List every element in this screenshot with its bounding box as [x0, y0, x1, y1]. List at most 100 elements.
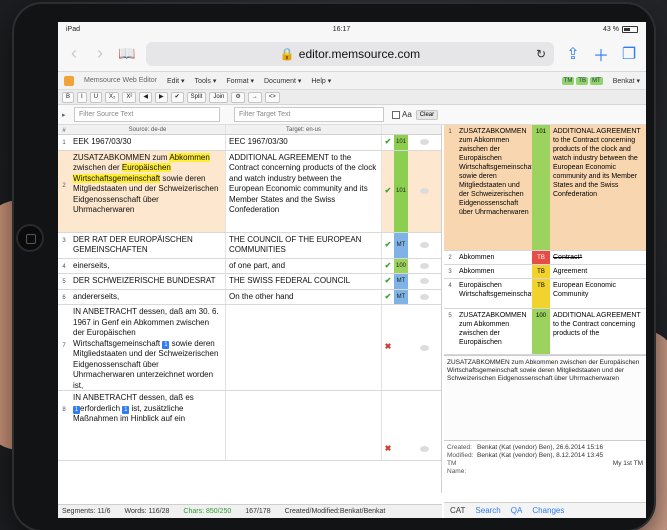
segment-row[interactable]: 5 DER SCHWEIZERISCHE BUNDESRAT THE SWISS… — [58, 274, 441, 290]
filter-target-input[interactable]: Filter Target Text — [234, 107, 384, 122]
subscript-button[interactable]: X₂ — [105, 91, 120, 103]
match-number: 2 — [448, 255, 452, 261]
comment-cell[interactable] — [408, 259, 441, 274]
checkbox[interactable] — [392, 110, 400, 119]
mode-tb[interactable]: TB — [576, 76, 589, 85]
term-highlight[interactable]: Abkommen — [169, 152, 210, 162]
match-score: MT — [394, 274, 408, 289]
confirm-button[interactable]: ✔ — [170, 91, 184, 103]
share-icon[interactable]: ⇪ — [564, 44, 582, 64]
confirmed-check-icon[interactable]: ✔ — [382, 233, 394, 258]
segment-number: 6 — [62, 294, 66, 301]
comment-icon[interactable] — [420, 188, 429, 194]
confirmed-check-icon[interactable]: ✔ — [382, 290, 394, 305]
split-button[interactable]: Split — [186, 91, 207, 103]
tm-match-row[interactable]: 5 ZUSATZABKOMMEN zum Abkommen zwischen d… — [444, 309, 646, 355]
comment-cell[interactable] — [408, 391, 441, 460]
comment-icon[interactable] — [420, 293, 429, 300]
bookmarks-icon[interactable]: 📖 — [118, 45, 136, 62]
case-sensitive-toggle[interactable]: Aa — [392, 110, 412, 119]
segment-row[interactable]: 8 IN ANBETRACHT dessen, daß es 1 erforder… — [58, 391, 441, 461]
mode-indicators: TM TB MT — [561, 76, 603, 85]
prev-segment-button[interactable]: ◀ — [139, 91, 152, 103]
meta-created: Created: Benkat (Kat (vendor) Ben), 26.6.… — [447, 444, 604, 451]
comment-cell[interactable] — [408, 290, 441, 305]
comment-icon[interactable] — [420, 242, 429, 248]
tab-search[interactable]: Search — [475, 506, 500, 515]
unconfirmed-x-icon[interactable]: ✖ — [382, 391, 394, 460]
settings-button[interactable]: ⚙ — [231, 91, 245, 103]
term-match-row[interactable]: 2 Abkommen TB Contract* — [444, 251, 646, 265]
home-button[interactable] — [16, 224, 44, 252]
target-cell[interactable] — [226, 305, 382, 390]
segment-row[interactable]: 7 IN ANBETRACHT dessen, daß am 30. 6. 19… — [58, 305, 441, 391]
address-bar[interactable]: 🔒 editor.memsource.com ↻ — [146, 41, 554, 66]
match-target: European Economic Community — [553, 282, 617, 298]
target-cell[interactable]: THE SWISS FEDERAL COUNCIL — [226, 274, 382, 289]
menu-edit[interactable]: Edit ▾ — [167, 77, 185, 85]
segment-row[interactable]: 6 andererseits, On the other hand ✔ MT — [58, 289, 441, 305]
unconfirmed-x-icon[interactable]: ✖ — [382, 305, 394, 390]
comment-icon[interactable] — [420, 446, 429, 452]
menu-document[interactable]: Document ▾ — [264, 77, 301, 85]
source-cell: andererseits, — [70, 289, 226, 304]
mode-tm[interactable]: TM — [561, 76, 575, 85]
cat-panel: 1 ZUSATZABKOMMEN zum Abkommen zwischen d… — [444, 125, 646, 518]
term-match-row[interactable]: 3 Abkommen TB Agreement — [444, 265, 646, 279]
comment-icon[interactable] — [420, 344, 429, 351]
comment-cell[interactable] — [408, 151, 441, 232]
menu-format[interactable]: Format ▾ — [226, 77, 254, 85]
back-icon[interactable]: ‹ — [66, 43, 82, 64]
mode-mt[interactable]: MT — [590, 76, 603, 85]
segment-row-active[interactable]: 2 ZUSATZABKOMMEN zum Abkommen zwischen d… — [58, 150, 441, 233]
comment-cell[interactable] — [408, 135, 441, 150]
source-cell: IN ANBETRACHT dessen, daß am 30. 6. 1967… — [70, 305, 226, 390]
join-button[interactable]: Join — [209, 91, 229, 103]
tags-button[interactable]: <> — [264, 91, 280, 103]
next-segment-button[interactable]: ▶ — [155, 91, 168, 103]
target-cell[interactable]: EEC 1967/03/30 — [226, 135, 382, 150]
tab-changes[interactable]: Changes — [532, 506, 564, 515]
filter-source-input[interactable]: Filter Source Text — [74, 107, 220, 122]
superscript-button[interactable]: X² — [122, 91, 137, 103]
tab-qa[interactable]: QA — [511, 506, 523, 515]
battery-status: 43 % — [603, 25, 638, 33]
confirmed-check-icon[interactable]: ✔ — [382, 259, 394, 274]
comment-cell[interactable] — [408, 305, 441, 390]
segment-row[interactable]: 3 DER RAT DER EUROPÄISCHEN GEMEINSCHAFTE… — [58, 232, 441, 259]
target-cell[interactable]: On the other hand — [226, 289, 382, 304]
tm-match-row[interactable]: 1 ZUSATZABKOMMEN zum Abkommen zwischen d… — [444, 125, 646, 251]
tab-cat[interactable]: CAT — [450, 506, 465, 515]
target-cell[interactable]: THE COUNCIL OF THE EUROPEAN COMMUNITIES — [226, 232, 382, 258]
confirmed-check-icon[interactable]: ✔ — [382, 135, 394, 150]
term-match-row[interactable]: 4 Europäischen Wirtschaftsgemeinschaft T… — [444, 279, 646, 309]
underline-button[interactable]: U — [89, 91, 103, 103]
menu-help[interactable]: Help ▾ — [311, 77, 331, 85]
expand-arrow-icon[interactable]: ▸ — [62, 111, 70, 119]
segment-row[interactable]: 1 EEK 1967/03/30 EEC 1967/03/30 ✔ 101 — [58, 135, 441, 151]
segment-row[interactable]: 4 einerseits, of one part, and ✔ 100 — [58, 258, 441, 274]
copy-source-button[interactable]: → — [247, 91, 262, 103]
ios-status-bar: iPad 16:17 43 % — [58, 22, 646, 36]
reload-icon[interactable]: ↻ — [536, 47, 546, 61]
clear-button[interactable]: Clear — [415, 109, 439, 120]
confirmed-check-icon[interactable]: ✔ — [382, 151, 394, 232]
target-cell[interactable] — [226, 391, 382, 460]
inline-tag[interactable]: 1 — [73, 405, 80, 414]
new-tab-icon[interactable]: ＋ — [592, 42, 610, 66]
comment-icon[interactable] — [420, 139, 429, 146]
italic-button[interactable]: I — [77, 91, 87, 103]
forward-icon[interactable]: › — [92, 43, 108, 64]
comment-icon[interactable] — [420, 262, 429, 269]
tabs-icon[interactable]: ❐ — [620, 44, 638, 64]
bold-button[interactable]: B — [62, 91, 75, 103]
comment-cell[interactable] — [408, 274, 441, 289]
user-menu[interactable]: Benkat ▾ — [613, 77, 640, 85]
comment-cell[interactable] — [408, 233, 441, 258]
comment-icon[interactable] — [420, 278, 429, 285]
source-cell: IN ANBETRACHT dessen, daß es 1 erforderli… — [70, 391, 226, 460]
menu-tools[interactable]: Tools ▾ — [195, 77, 217, 85]
target-cell[interactable]: ADDITIONAL AGREEMENT to the Contract con… — [226, 150, 382, 232]
confirmed-check-icon[interactable]: ✔ — [382, 274, 394, 289]
target-cell[interactable]: of one part, and — [226, 258, 382, 273]
